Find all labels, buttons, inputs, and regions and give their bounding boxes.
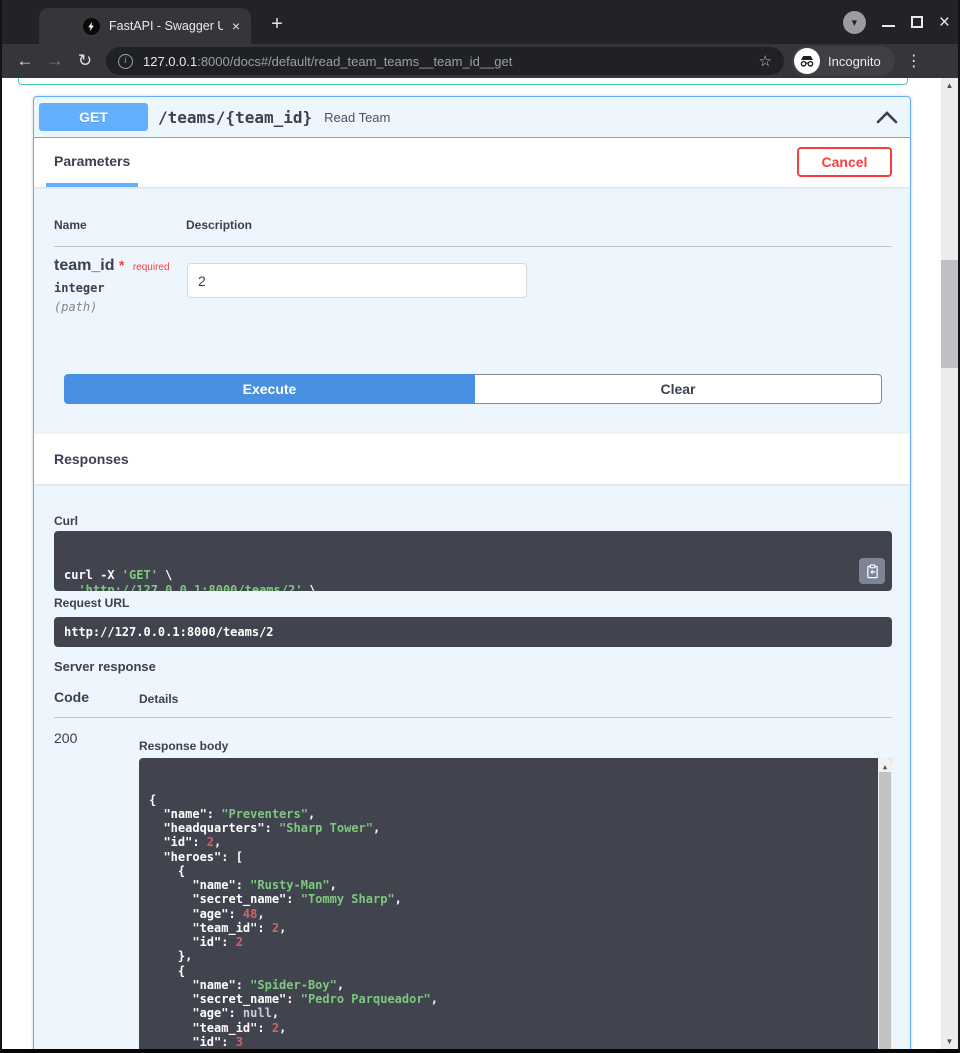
tab-search-button[interactable]: ▾ [843, 11, 866, 34]
execute-row: Execute Clear [64, 374, 882, 404]
curl-command-block: curl -X 'GET' \ 'http://127.0.0.1:8000/t… [54, 531, 892, 591]
response-body-json: { "name": "Preventers", "headquarters": … [149, 793, 866, 1050]
copy-to-clipboard-button[interactable] [859, 558, 885, 584]
param-type: integer [54, 281, 170, 295]
browser-toolbar: ← → ↻ i 127.0.0.1:8000/docs#/default/rea… [2, 44, 958, 78]
page-scrollbar-thumb[interactable] [941, 260, 958, 368]
new-tab-button[interactable]: + [265, 14, 289, 34]
team-id-input[interactable] [187, 263, 527, 298]
browser-window: FastAPI - Swagger UI × + ▾ × ← → ↻ i 127… [0, 0, 960, 1053]
details-column-header: Details [139, 692, 178, 706]
response-body-scrollbar[interactable]: ▲ [878, 758, 892, 1049]
code-column-header: Code [54, 689, 89, 705]
curl-label: Curl [54, 514, 78, 528]
tab-close-icon[interactable]: × [229, 18, 243, 34]
url-bar[interactable]: i 127.0.0.1:8000/docs#/default/read_team… [106, 47, 784, 75]
parameters-header-band: Parameters Cancel [34, 138, 910, 187]
column-name-label: Name [54, 218, 87, 232]
column-description-label: Description [186, 218, 252, 232]
method-badge: GET [39, 103, 148, 131]
required-star: * [119, 257, 124, 273]
back-icon[interactable]: ← [10, 51, 40, 71]
tab-title: FastAPI - Swagger UI [109, 19, 223, 33]
tab-parameters[interactable]: Parameters [46, 138, 138, 187]
maximize-button[interactable] [911, 16, 923, 28]
param-location: (path) [54, 300, 170, 314]
opblock-header[interactable]: GET /teams/{team_id} Read Team [34, 97, 910, 138]
forward-icon[interactable]: → [40, 51, 70, 71]
collapse-chevron-icon[interactable] [876, 111, 898, 124]
execute-button[interactable]: Execute [64, 374, 475, 404]
parameters-column-headers: Name Description [54, 218, 87, 232]
incognito-icon [794, 48, 820, 74]
response-body-block: { "name": "Preventers", "headquarters": … [139, 758, 892, 1049]
curl-command: curl -X 'GET' \ 'http://127.0.0.1:8000/t… [64, 568, 856, 591]
param-name: team_id [54, 257, 114, 274]
param-name-cell: team_id * required integer (path) [54, 257, 170, 314]
caret-down-icon: ▾ [852, 16, 858, 29]
bookmark-star-icon[interactable]: ☆ [759, 52, 772, 70]
incognito-label: Incognito [828, 54, 881, 69]
previous-endpoint-block-edge [18, 78, 908, 85]
page-scroll-up-icon[interactable]: ▲ [941, 81, 958, 90]
page-scroll-down-icon[interactable]: ▼ [941, 1037, 958, 1046]
site-info-icon[interactable]: i [118, 54, 133, 69]
tab-bar: FastAPI - Swagger UI × + ▾ × [2, 0, 958, 44]
status-code: 200 [54, 730, 77, 746]
page-scrollbar[interactable]: ▲ ▼ [941, 78, 958, 1049]
url-text: 127.0.0.1:8000/docs#/default/read_team_t… [143, 54, 751, 69]
swagger-page: GET /teams/{team_id} Read Team Parameter… [2, 78, 958, 1049]
menu-kebab-icon[interactable]: ⋮ [905, 51, 923, 71]
fastapi-favicon-icon [83, 18, 100, 35]
close-button[interactable]: × [939, 13, 950, 32]
minimize-button[interactable] [882, 25, 895, 27]
endpoint-summary: Read Team [324, 110, 390, 125]
response-divider [54, 717, 892, 718]
endpoint-path: /teams/{team_id} [158, 108, 312, 127]
url-path: :8000/docs#/default/read_team_teams__tea… [197, 54, 512, 69]
incognito-badge: Incognito [792, 46, 895, 76]
url-host: 127.0.0.1 [143, 54, 197, 69]
server-response-label: Server response [54, 659, 156, 674]
columns-divider [54, 246, 892, 247]
responses-title: Responses [54, 451, 129, 467]
required-label: required [133, 262, 170, 273]
response-scrollbar-thumb[interactable] [879, 772, 891, 1049]
cancel-button[interactable]: Cancel [797, 147, 892, 177]
browser-tab[interactable]: FastAPI - Swagger UI × [39, 8, 251, 44]
request-url-label: Request URL [54, 596, 129, 610]
opblock-get-teams: GET /teams/{team_id} Read Team Parameter… [33, 96, 911, 1049]
request-url-block: http://127.0.0.1:8000/teams/2 [54, 617, 892, 647]
reload-icon[interactable]: ↻ [70, 51, 100, 71]
clear-button[interactable]: Clear [475, 374, 882, 404]
response-body-label: Response body [139, 739, 228, 753]
responses-header-band: Responses [34, 434, 910, 484]
